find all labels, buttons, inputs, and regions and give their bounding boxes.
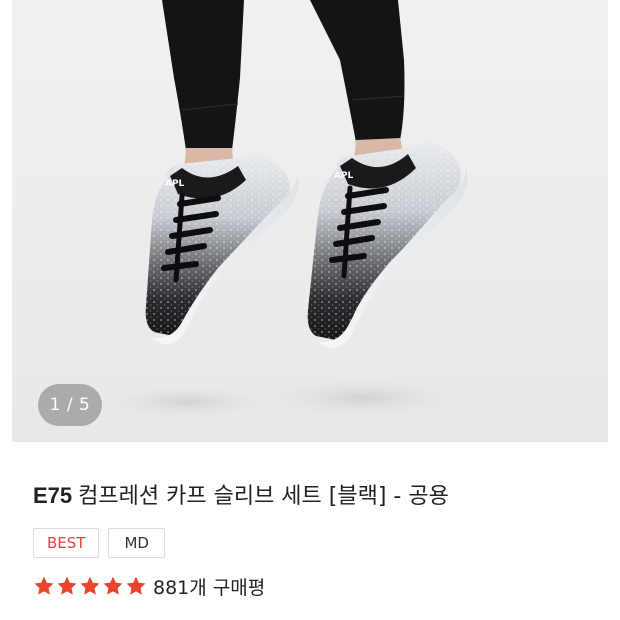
star-icon	[57, 576, 77, 595]
best-badge: BEST	[33, 528, 100, 558]
svg-text:APL: APL	[334, 171, 354, 181]
right-shoe: APL	[307, 141, 468, 349]
rating-summary[interactable]: 881개 구매평	[33, 572, 265, 600]
product-badges: BEST MD	[33, 528, 165, 558]
product-model: E75	[33, 483, 73, 508]
product-image-gallery[interactable]: APL APL 1 / 5	[12, 0, 608, 442]
product-detail-screen: APL APL 1 / 5 E75 컴프레션 카프 슬리브 세트 [블랙] - 공…	[0, 0, 620, 620]
md-badge: MD	[108, 528, 165, 558]
left-shoe: APL	[145, 153, 299, 345]
star-icon	[103, 576, 123, 595]
star-icon	[80, 576, 100, 595]
svg-text:APL: APL	[165, 179, 185, 189]
star-rating	[33, 575, 147, 597]
star-icon	[126, 576, 146, 595]
image-page-counter: 1 / 5	[38, 384, 102, 426]
product-name: 컴프레션 카프 슬리브 세트 [블랙] - 공용	[78, 484, 449, 509]
product-photo: APL APL	[92, 0, 472, 420]
product-title: E75 컴프레션 카프 슬리브 세트 [블랙] - 공용	[33, 478, 449, 510]
star-icon	[34, 576, 54, 595]
review-count-link[interactable]: 881개 구매평	[153, 573, 265, 600]
